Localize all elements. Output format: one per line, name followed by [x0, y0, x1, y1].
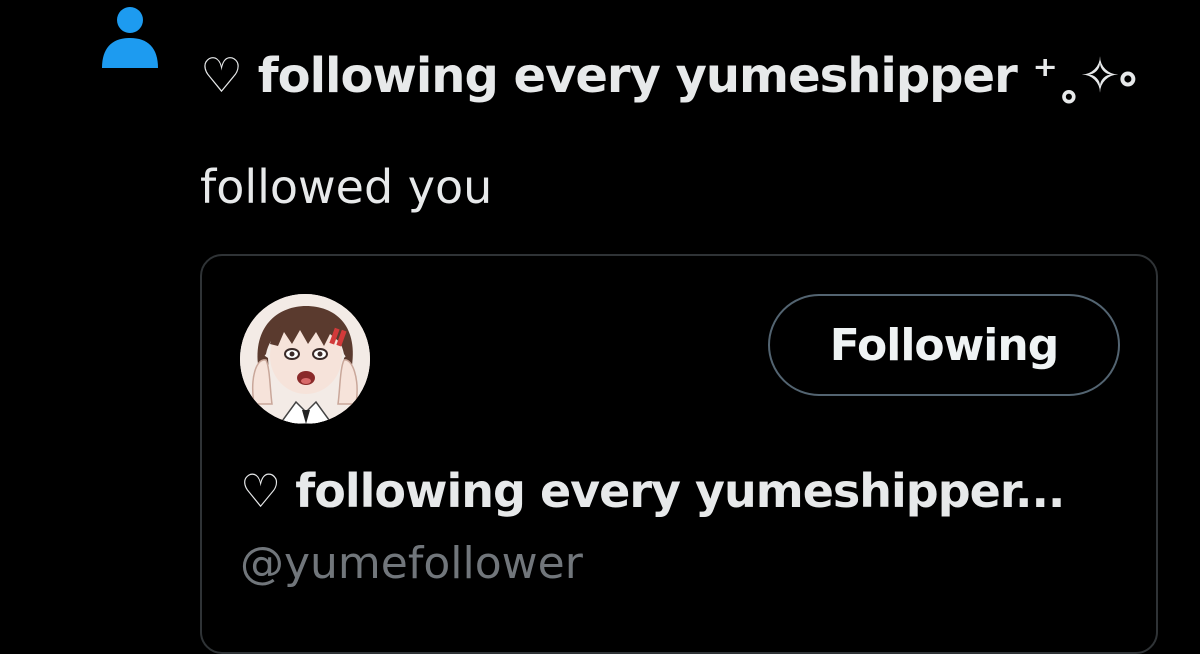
card-display-name[interactable]: ♡ following every yumeshipper... [240, 464, 1065, 518]
avatar[interactable] [240, 294, 370, 424]
notification-account-name[interactable]: ♡ following every yumeshipper ⁺˳✧༚ [200, 22, 1137, 157]
follow-notification[interactable]: ♡ following every yumeshipper ⁺˳✧༚ follo… [0, 0, 1200, 654]
card-handle[interactable]: @yumefollower [240, 538, 583, 589]
notification-action-text: followed you [200, 160, 493, 214]
following-button[interactable]: Following [768, 294, 1120, 396]
person-icon [100, 4, 160, 70]
anime-avatar-image [240, 294, 370, 424]
user-card[interactable]: Following ♡ following every yumeshipper.… [200, 254, 1158, 654]
